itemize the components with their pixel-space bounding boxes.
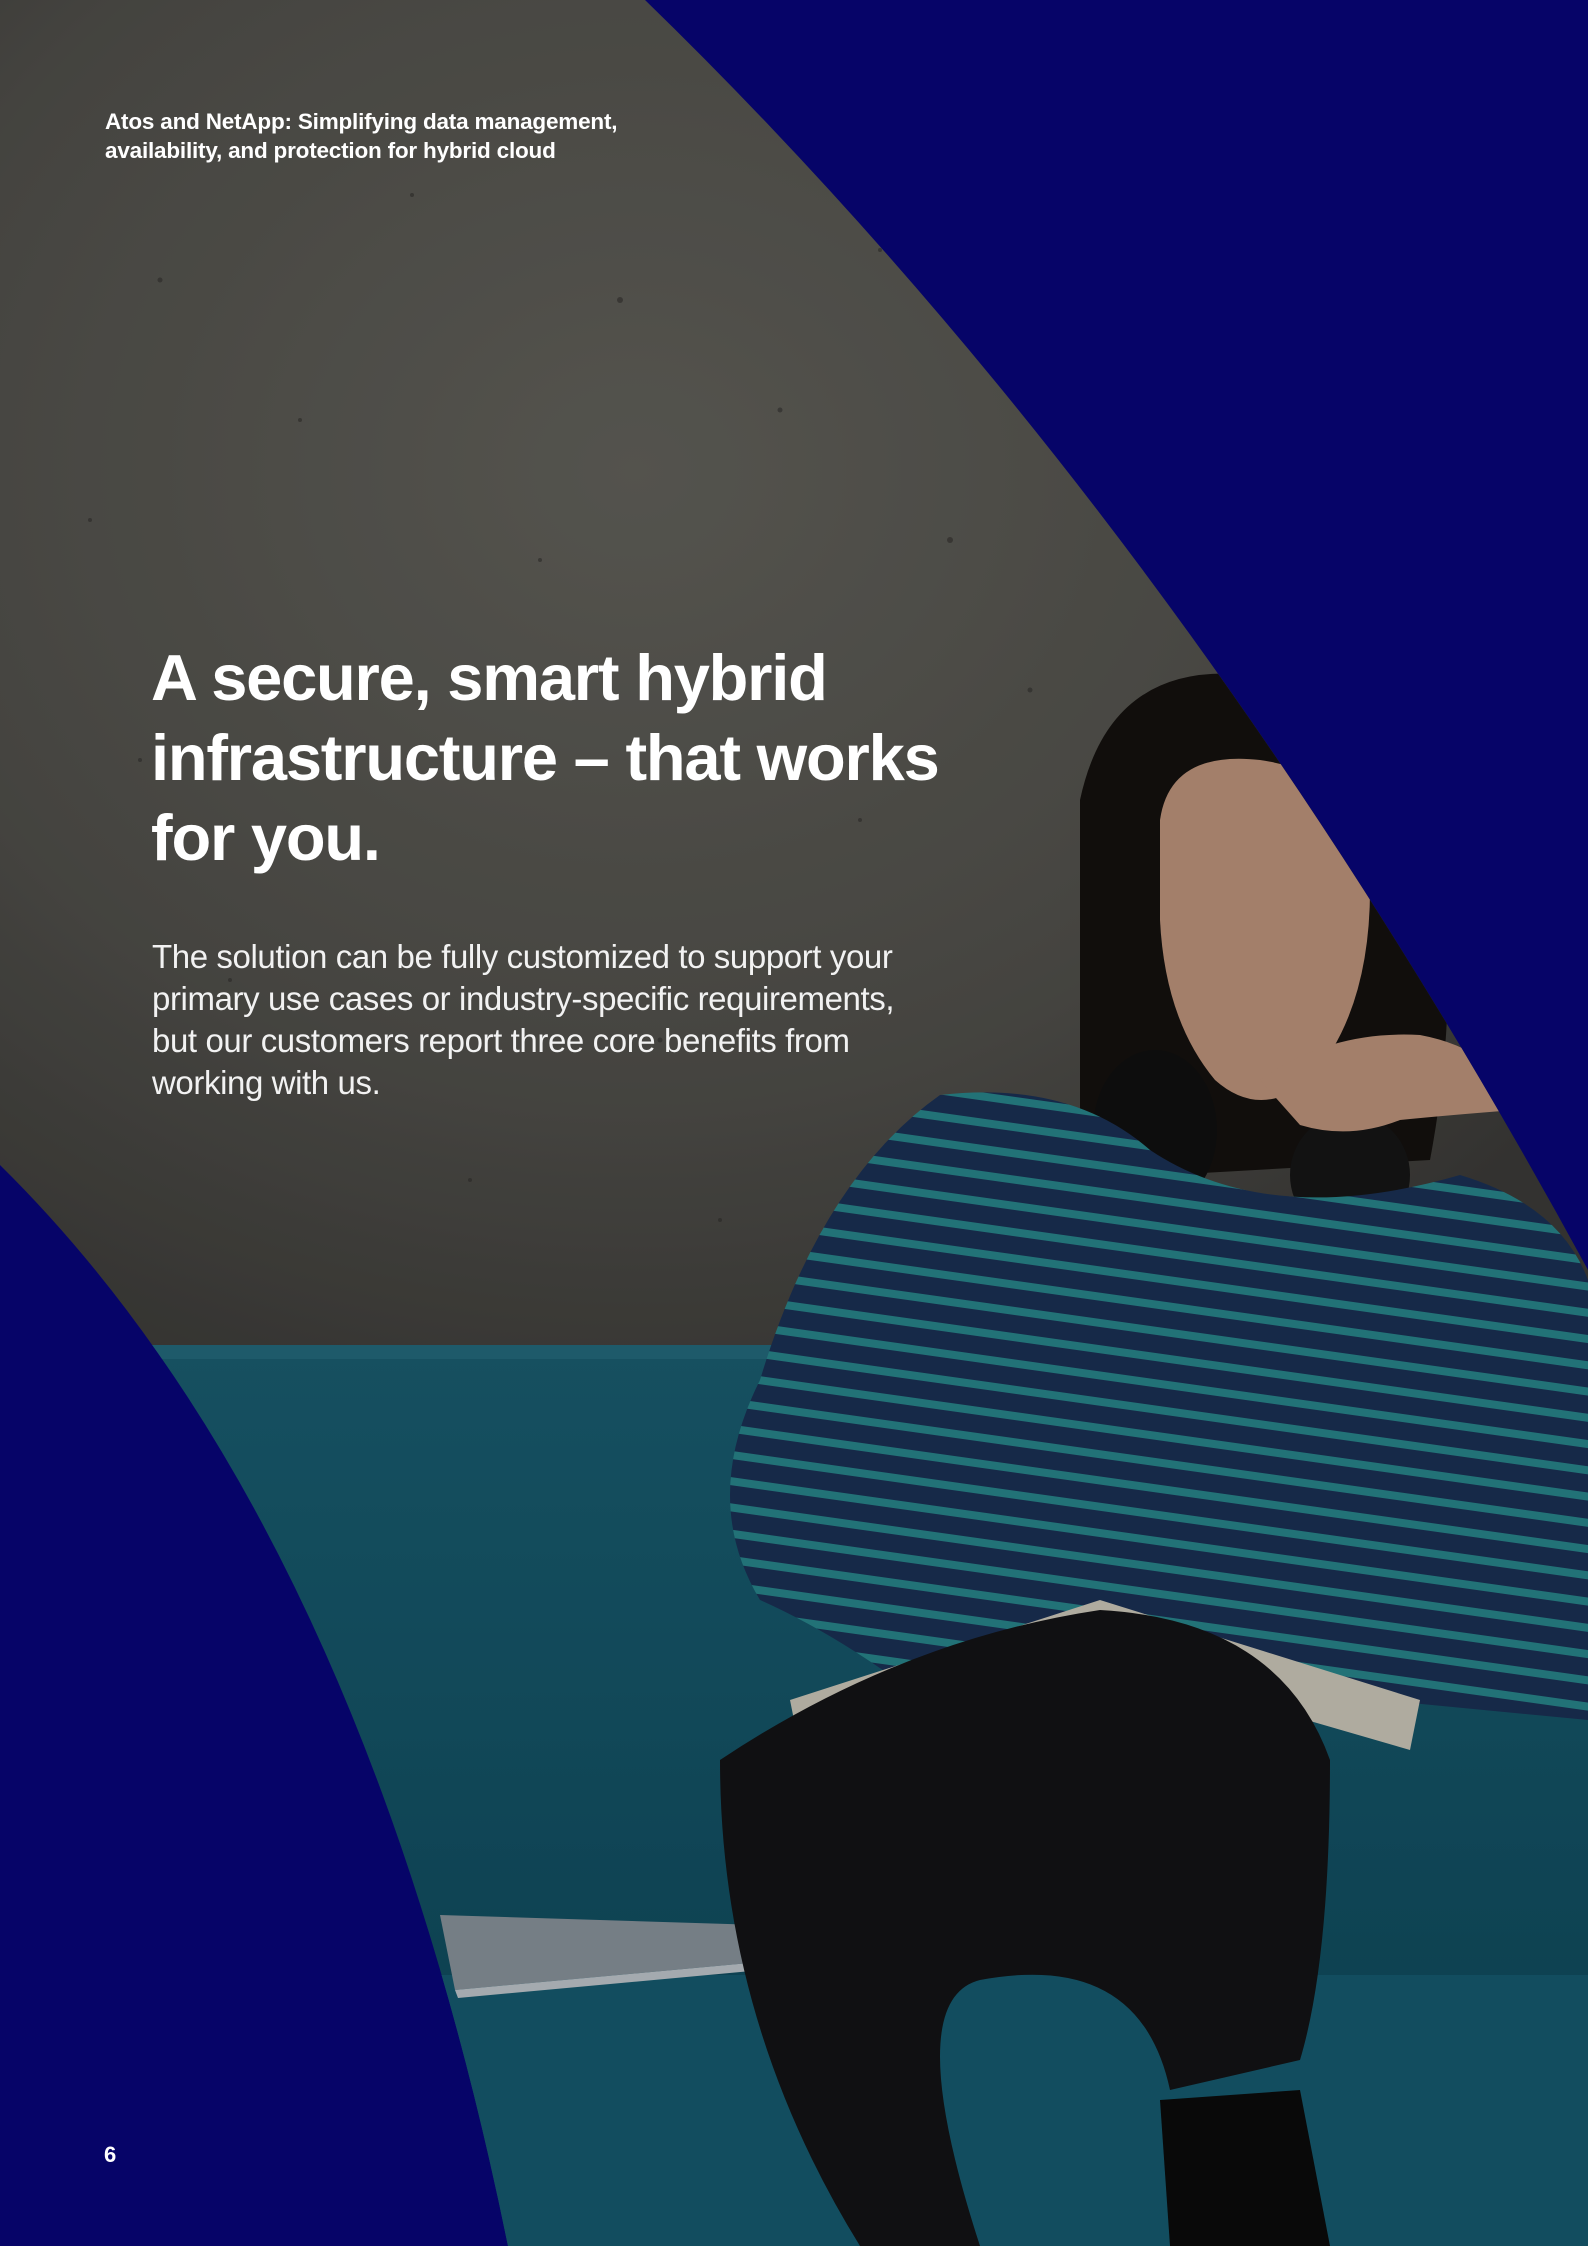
page-headline: A secure, smart hybrid infrastructure – … — [151, 638, 1031, 878]
headline-line: for you. — [151, 801, 381, 874]
paragraph-line: working with us. — [152, 1064, 381, 1101]
header-line: availability, and protection for hybrid … — [105, 138, 556, 163]
brochure-page: Atos and NetApp: Simplifying data manage… — [0, 0, 1588, 2246]
paragraph-line: but our customers report three core bene… — [152, 1022, 850, 1059]
hero-photo — [0, 0, 1588, 2246]
header-line: Atos and NetApp: Simplifying data manage… — [105, 109, 618, 134]
headline-line: A secure, smart hybrid — [151, 641, 828, 714]
intro-paragraph: The solution can be fully customized to … — [152, 936, 1032, 1104]
document-header: Atos and NetApp: Simplifying data manage… — [105, 107, 725, 165]
page-number: 6 — [104, 2142, 117, 2167]
paragraph-line: The solution can be fully customized to … — [152, 938, 893, 975]
headline-line: infrastructure – that works — [151, 721, 940, 794]
paragraph-line: primary use cases or industry-specific r… — [152, 980, 895, 1017]
